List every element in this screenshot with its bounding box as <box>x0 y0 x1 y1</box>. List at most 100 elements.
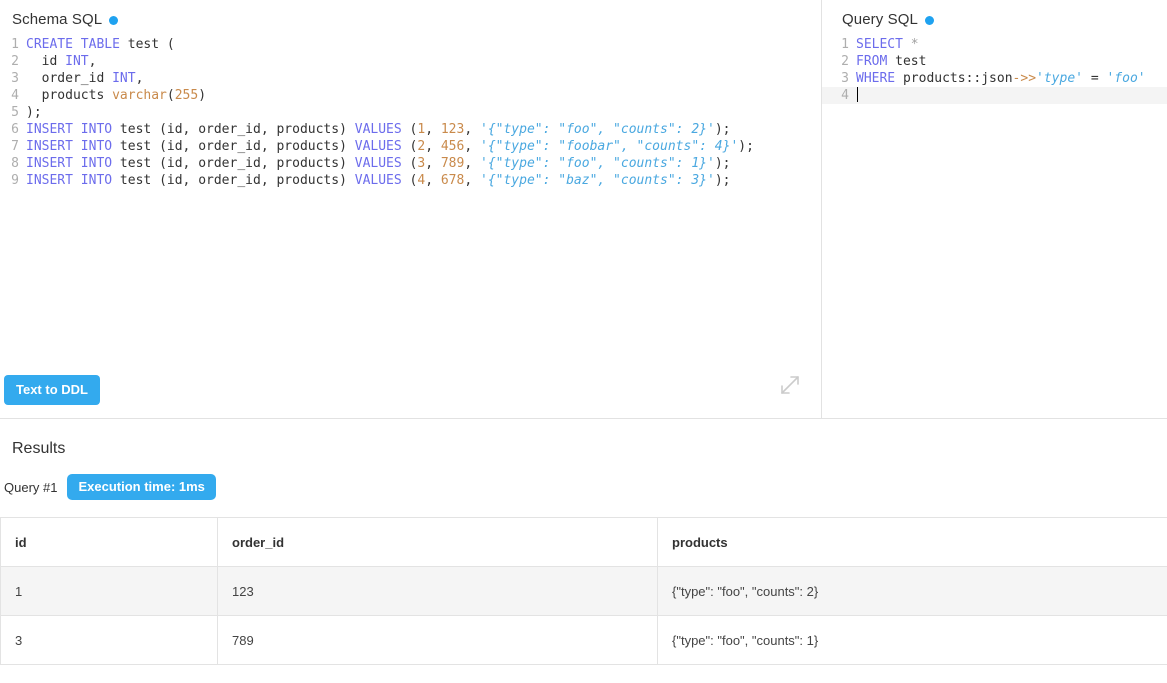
code-token: INT <box>65 54 89 69</box>
code-token: VALUES <box>354 139 402 154</box>
editors-area: Schema SQL 1 CREATE TABLE test (2 id INT,… <box>0 0 1167 419</box>
schema-code-line[interactable]: 2 id INT, <box>0 53 821 70</box>
schema-code-line[interactable]: 5); <box>0 104 821 121</box>
code-token: VALUES <box>354 156 402 171</box>
query-code-line[interactable]: 1 SELECT * <box>822 36 1167 53</box>
expand-diagonal-icon[interactable] <box>777 372 803 398</box>
code-token: FROM <box>856 54 888 69</box>
results-section: Results Query #1 Execution time: 1ms id o… <box>0 419 1167 665</box>
code-token: test ( <box>119 37 175 52</box>
code-token: ( <box>401 156 418 171</box>
code-token: ( <box>401 173 418 188</box>
code-token: 'type' <box>1036 71 1083 86</box>
schema-code-line-content: INSERT INTO test (id, order_id, products… <box>26 121 821 138</box>
query-code-line[interactable]: 2 FROM test <box>822 53 1167 70</box>
text-cursor <box>857 87 858 102</box>
table-cell: 789 <box>217 615 658 665</box>
query-code-line-content: SELECT * <box>856 36 1167 53</box>
query-code-line-number: 2 <box>841 54 849 69</box>
table-cell: 1 <box>0 566 218 616</box>
schema-sql-header: Schema SQL <box>0 0 821 28</box>
schema-code-line[interactable]: 4 products varchar(255) <box>0 87 821 104</box>
schema-code-line-content: order_id INT, <box>26 70 821 87</box>
table-cell: 123 <box>217 566 658 616</box>
code-token: 255 <box>174 88 199 103</box>
code-token: products::json <box>895 71 1013 86</box>
schema-sql-pane: Schema SQL 1 CREATE TABLE test (2 id INT,… <box>0 0 822 418</box>
query-code-line-content <box>856 87 1167 104</box>
results-table-body: 1 123 {"type": "foo", "counts": 2} 3 789 {"ty… <box>0 566 1167 665</box>
results-table: id order_id products 1 123 {"type": "foo", "… <box>0 517 1167 665</box>
code-token: WHERE <box>856 71 896 86</box>
code-token: '{"type": "foo", "counts": 1}' <box>480 156 715 171</box>
code-token: ) <box>198 88 207 103</box>
code-token: INTO <box>80 139 113 154</box>
code-token: '{"type": "baz", "counts": 3}' <box>480 173 715 188</box>
schema-code-line[interactable]: 9 INSERT INTO test (id, order_id, product… <box>0 172 821 189</box>
table-column-header: order_id <box>217 517 658 567</box>
code-token: , <box>425 173 441 188</box>
table-cell: 3 <box>0 615 218 665</box>
schema-code-line-content: INSERT INTO test (id, order_id, products… <box>26 172 821 189</box>
schema-code-line-content: INSERT INTO test (id, order_id, products… <box>26 138 821 155</box>
schema-code-line[interactable]: 6 INSERT INTO test (id, order_id, product… <box>0 121 821 138</box>
code-token: ); <box>26 105 42 120</box>
schema-sql-editor[interactable]: 1 CREATE TABLE test (2 id INT, 3 order_id … <box>0 36 821 189</box>
code-token: test (id, order_id, products) <box>112 139 355 154</box>
schema-code-line[interactable]: 8 INSERT INTO test (id, order_id, product… <box>0 155 821 172</box>
schema-code-line-content: ); <box>26 104 821 121</box>
code-token: INTO <box>80 122 113 137</box>
query-code-line-number: 4 <box>841 88 849 103</box>
schema-code-line-content: INSERT INTO test (id, order_id, products… <box>26 155 821 172</box>
text-to-ddl-button[interactable]: Text to DDL <box>4 375 100 405</box>
code-token: , <box>135 71 144 86</box>
query-code-line-content: WHERE products::json->>'type' = 'foo' <box>856 70 1167 87</box>
schema-code-line[interactable]: 1 CREATE TABLE test ( <box>0 36 821 53</box>
table-cell: {"type": "foo", "counts": 2} <box>657 566 1167 616</box>
schema-sql-title: Schema SQL <box>12 11 103 28</box>
code-token: ->> <box>1012 71 1037 86</box>
schema-code-line[interactable]: 7 INSERT INTO test (id, order_id, product… <box>0 138 821 155</box>
query-code-line-number: 3 <box>841 71 849 86</box>
code-token: '{"type": "foo", "counts": 2}' <box>480 122 715 137</box>
table-row: 1 123 {"type": "foo", "counts": 2} <box>0 566 1167 616</box>
schema-code-line-number: 8 <box>11 156 19 171</box>
results-title: Results <box>12 440 66 457</box>
query-code-line[interactable]: 4 <box>822 87 1167 104</box>
code-token: , <box>464 156 480 171</box>
code-token: , <box>464 173 480 188</box>
code-token: , <box>425 156 441 171</box>
code-token: 123 <box>440 122 465 137</box>
schema-code-line-number: 3 <box>11 71 19 86</box>
code-token: INSERT <box>26 122 73 137</box>
schema-status-dot-icon <box>109 16 119 25</box>
results-table-head: id order_id products <box>0 517 1167 567</box>
schema-code-line[interactable]: 3 order_id INT, <box>0 70 821 87</box>
code-token: , <box>88 54 97 69</box>
code-token: ( <box>401 139 418 154</box>
table-row: 3 789 {"type": "foo", "counts": 1} <box>0 615 1167 665</box>
code-token: ); <box>714 122 731 137</box>
code-token: ); <box>714 156 731 171</box>
query-code-line[interactable]: 3 WHERE products::json->>'type' = 'foo' <box>822 70 1167 87</box>
code-token: 'foo' <box>1106 71 1146 86</box>
schema-code-line-number: 4 <box>11 88 19 103</box>
code-token: ); <box>738 139 754 154</box>
code-token: INT <box>112 71 136 86</box>
code-token: VALUES <box>354 173 402 188</box>
code-token: , <box>464 122 480 137</box>
code-token: ( <box>166 88 175 103</box>
schema-code-line-content: CREATE TABLE test ( <box>26 36 821 53</box>
code-token: TABLE <box>80 37 120 52</box>
code-token: 678 <box>440 173 465 188</box>
code-token: 789 <box>440 156 465 171</box>
code-token: INTO <box>80 173 113 188</box>
code-token: test (id, order_id, products) <box>112 156 355 171</box>
schema-code-line-number: 1 <box>11 37 19 52</box>
code-token: ); <box>714 173 731 188</box>
query-sql-editor[interactable]: 1 SELECT * 2 FROM test 3 WHERE products::json… <box>822 36 1167 104</box>
